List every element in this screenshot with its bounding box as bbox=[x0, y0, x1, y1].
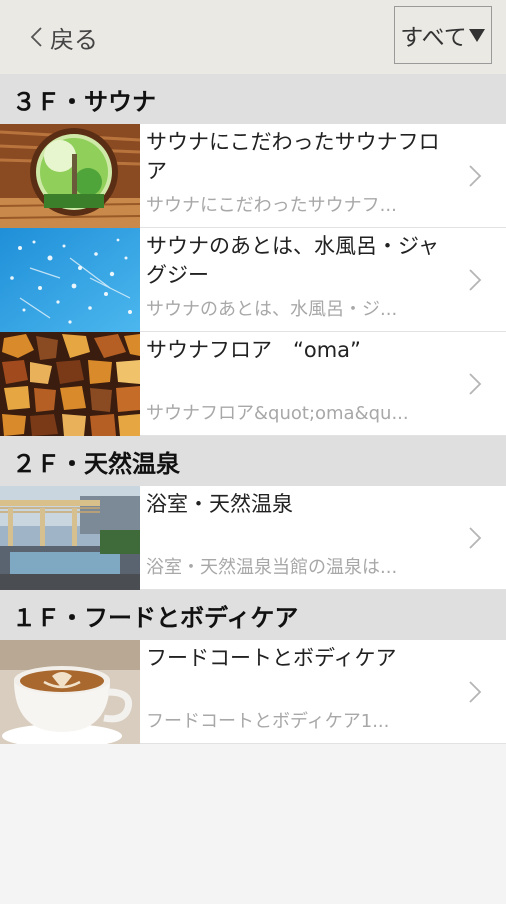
chevron-right-icon bbox=[469, 269, 482, 291]
chevron-right-icon bbox=[469, 527, 482, 549]
chevron-left-icon bbox=[30, 27, 42, 47]
thumbnail-water-splash bbox=[0, 228, 140, 332]
back-button[interactable]: 戻る bbox=[30, 20, 98, 54]
filter-dropdown[interactable]: すべて bbox=[394, 6, 492, 64]
section-header-2f: ２Ｆ・天然温泉 bbox=[0, 436, 506, 486]
list-item-sauna-floor[interactable]: サウナにこだわったサウナフロア サウナにこだわったサウナフ... bbox=[0, 124, 506, 228]
item-subtitle: フードコートとボディケア1... bbox=[146, 711, 390, 732]
list-item-hot-spring[interactable]: 浴室・天然温泉 浴室・天然温泉当館の温泉は... bbox=[0, 486, 506, 590]
item-title: サウナのあとは、水風呂・ジャグジー bbox=[146, 234, 439, 287]
section-header-1f: １Ｆ・フードとボディケア bbox=[0, 590, 506, 640]
chevron-right-icon bbox=[469, 165, 482, 187]
thumbnail-sauna-stones bbox=[0, 332, 140, 436]
list-item-food-body-care[interactable]: フードコートとボディケア フードコートとボディケア1... bbox=[0, 640, 506, 744]
back-label: 戻る bbox=[50, 25, 98, 54]
item-subtitle: 浴室・天然温泉当館の温泉は... bbox=[146, 557, 398, 578]
chevron-right-icon bbox=[469, 681, 482, 703]
item-title: 浴室・天然温泉 bbox=[146, 492, 293, 516]
triangle-down-icon bbox=[468, 29, 485, 42]
list-item-oma[interactable]: サウナフロア “oma” サウナフロア&quot;oma&qu... bbox=[0, 332, 506, 436]
item-subtitle: サウナにこだわったサウナフ... bbox=[146, 195, 397, 216]
item-subtitle: サウナのあとは、水風呂・ジ... bbox=[146, 299, 398, 320]
empty-area bbox=[0, 744, 506, 904]
section-header-3f: ３Ｆ・サウナ bbox=[0, 74, 506, 124]
item-subtitle: サウナフロア&quot;oma&qu... bbox=[146, 403, 409, 424]
list-item-cold-bath[interactable]: サウナのあとは、水風呂・ジャグジー サウナのあとは、水風呂・ジ... bbox=[0, 228, 506, 332]
item-title: サウナフロア “oma” bbox=[146, 338, 361, 362]
thumbnail-latte bbox=[0, 640, 140, 744]
filter-label: すべて bbox=[400, 25, 467, 51]
item-title: フードコートとボディケア bbox=[146, 646, 397, 670]
thumbnail-sauna-window bbox=[0, 124, 140, 228]
item-title: サウナにこだわったサウナフロア bbox=[146, 130, 440, 183]
chevron-right-icon bbox=[469, 373, 482, 395]
top-bar: 戻る すべて bbox=[0, 0, 506, 74]
thumbnail-open-air-bath bbox=[0, 486, 140, 590]
